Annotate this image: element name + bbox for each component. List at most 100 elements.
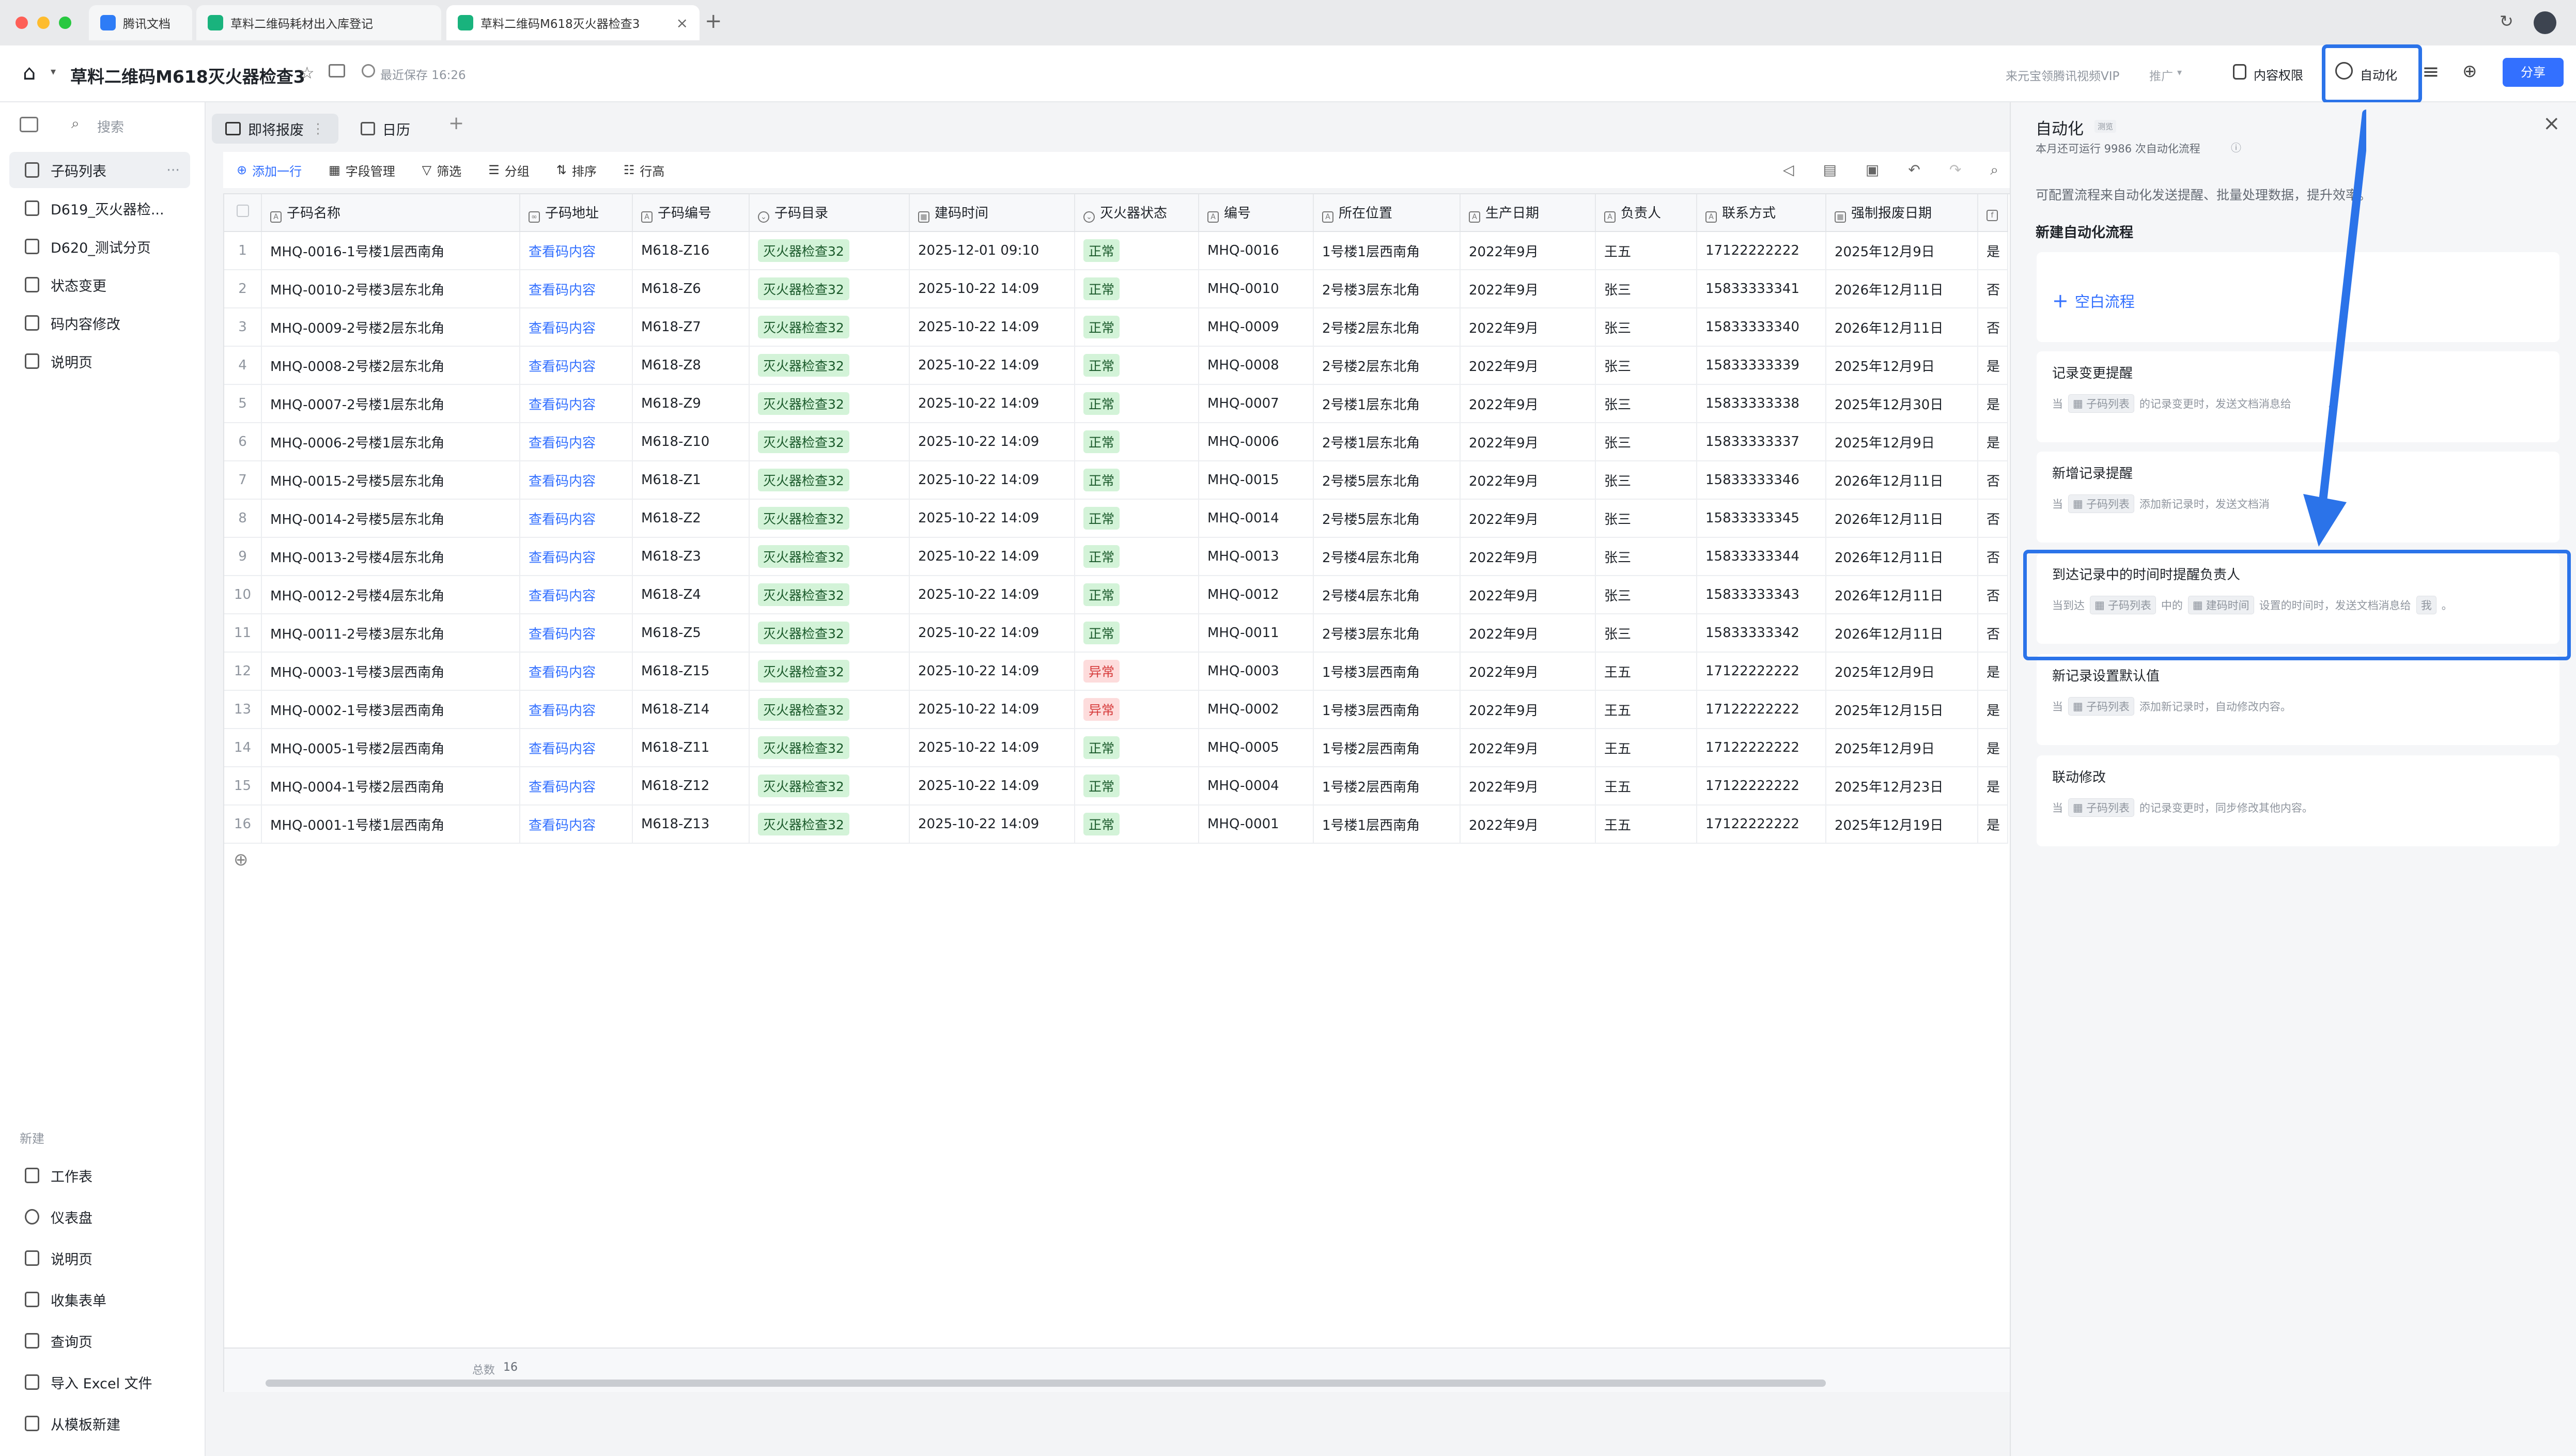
table-cell[interactable]: 灭火器检查32 (749, 652, 910, 691)
table-cell[interactable]: 2022年9月 (1460, 805, 1596, 844)
sidebar-toggle-icon[interactable] (20, 117, 38, 132)
table-cell[interactable]: M618-Z6 (632, 270, 750, 308)
plugin-icon[interactable]: ▣ (1866, 161, 1879, 179)
content-permission-button[interactable]: 内容权限 (2254, 65, 2303, 83)
table-cell[interactable]: 2022年9月 (1460, 231, 1596, 270)
minimize-window-button[interactable] (37, 17, 50, 29)
table-cell[interactable]: 灭火器检查32 (749, 805, 910, 844)
table-cell[interactable]: MHQ-0004-1号楼2层西南角 (261, 767, 520, 806)
row-number[interactable]: 13 (224, 690, 262, 729)
row-number[interactable]: 9 (224, 537, 262, 576)
table-cell[interactable]: 查看码内容 (520, 346, 633, 385)
table-cell[interactable]: 正常 (1075, 461, 1199, 500)
sort-button[interactable]: ⇅ 排序 (556, 161, 597, 179)
table-cell[interactable]: 王五 (1595, 805, 1697, 844)
table-cell[interactable]: 2025-10-22 14:09 (909, 423, 1075, 461)
select-all-cell[interactable] (224, 194, 262, 232)
table-cell[interactable]: 2022年9月 (1460, 499, 1596, 538)
table-cell[interactable]: MHQ-0013 (1199, 537, 1314, 576)
table-cell[interactable]: 灭火器检查32 (749, 767, 910, 806)
table-cell[interactable]: 正常 (1075, 346, 1199, 385)
table-cell[interactable]: M618-Z16 (632, 231, 750, 270)
view-code-link[interactable]: 查看码内容 (529, 283, 596, 298)
template-card-default-value[interactable]: 新记录设置默认值 当 ▦ 子码列表 添加新记录时，自动修改内容。 (2037, 654, 2559, 745)
table-cell[interactable]: M618-Z14 (632, 690, 750, 729)
table-cell[interactable]: 1号楼3层西南角 (1313, 652, 1461, 691)
column-header[interactable]: f (1978, 194, 2008, 232)
table-cell[interactable]: 正常 (1075, 576, 1199, 614)
table-cell[interactable]: 15833333337 (1697, 423, 1826, 461)
table-cell[interactable]: 2号楼4层东北角 (1313, 576, 1461, 614)
table-cell[interactable]: 15833333341 (1697, 270, 1826, 308)
table-cell[interactable]: 是 (1978, 652, 2008, 691)
table-cell[interactable]: M618-Z1 (632, 461, 750, 500)
table-cell[interactable]: 2022年9月 (1460, 690, 1596, 729)
table-cell[interactable]: MHQ-0007-2号楼1层东北角 (261, 384, 520, 423)
row-number[interactable]: 10 (224, 576, 262, 614)
table-cell[interactable]: 灭火器检查32 (749, 614, 910, 653)
table-cell[interactable]: 正常 (1075, 270, 1199, 308)
view-code-link[interactable]: 查看码内容 (529, 818, 596, 833)
row-number[interactable]: 12 (224, 652, 262, 691)
table-cell[interactable]: 正常 (1075, 308, 1199, 347)
table-cell[interactable]: 异常 (1075, 652, 1199, 691)
table-cell[interactable]: 灭火器检查32 (749, 499, 910, 538)
table-cell[interactable]: MHQ-0004 (1199, 767, 1314, 806)
table-cell[interactable]: 1号楼1层西南角 (1313, 805, 1461, 844)
table-row[interactable]: 13 MHQ-0002-1号楼3层西南角 查看码内容 M618-Z14 灭火器检查32 2… (224, 690, 2008, 729)
table-cell[interactable]: 正常 (1075, 231, 1199, 270)
table-cell[interactable]: MHQ-0016-1号楼1层西南角 (261, 231, 520, 270)
more-icon[interactable]: ··· (166, 162, 180, 178)
table-cell[interactable]: 2025-10-22 14:09 (909, 805, 1075, 844)
new-query-page-button[interactable]: 查询页 (9, 1323, 190, 1359)
table-cell[interactable]: 查看码内容 (520, 652, 633, 691)
table-row[interactable]: 15 MHQ-0004-1号楼2层西南角 查看码内容 M618-Z12 灭火器检查32 2… (224, 767, 2008, 806)
table-cell[interactable]: 是 (1978, 729, 2008, 767)
table-cell[interactable]: MHQ-0001 (1199, 805, 1314, 844)
column-header[interactable]: A 所在位置 (1313, 194, 1461, 232)
table-cell[interactable]: 17122222222 (1697, 729, 1826, 767)
profile-avatar[interactable] (2534, 11, 2556, 34)
table-cell[interactable]: 17122222222 (1697, 767, 1826, 806)
column-header[interactable]: ▦ 建码时间 (909, 194, 1075, 232)
maximize-window-button[interactable] (59, 17, 71, 29)
table-cell[interactable]: 张三 (1595, 346, 1697, 385)
column-header[interactable]: A 生产日期 (1460, 194, 1596, 232)
sidebar-item-description[interactable]: 说明页 (9, 343, 190, 379)
table-cell[interactable]: MHQ-0009 (1199, 308, 1314, 347)
table-cell[interactable]: M618-Z4 (632, 576, 750, 614)
table-cell[interactable]: MHQ-0002-1号楼3层西南角 (261, 690, 520, 729)
table-cell[interactable]: 查看码内容 (520, 690, 633, 729)
table-cell[interactable]: 2026年12月11日 (1826, 270, 1978, 308)
table-cell[interactable]: 2号楼3层东北角 (1313, 614, 1461, 653)
new-sheet-button[interactable]: 工作表 (9, 1157, 190, 1194)
table-row[interactable]: 8 MHQ-0014-2号楼5层东北角 查看码内容 M618-Z2 灭火器检查32 202… (224, 499, 2008, 538)
table-cell[interactable]: 2025-10-22 14:09 (909, 461, 1075, 500)
table-cell[interactable]: 灭火器检查32 (749, 729, 910, 767)
table-cell[interactable]: 正常 (1075, 767, 1199, 806)
table-cell[interactable]: MHQ-0010-2号楼3层东北角 (261, 270, 520, 308)
table-cell[interactable]: 查看码内容 (520, 805, 633, 844)
table-cell[interactable]: MHQ-0005 (1199, 729, 1314, 767)
table-cell[interactable]: 是 (1978, 767, 2008, 806)
table-cell[interactable]: M618-Z3 (632, 537, 750, 576)
table-cell[interactable]: 异常 (1075, 690, 1199, 729)
view-code-link[interactable]: 查看码内容 (529, 703, 596, 719)
table-cell[interactable]: 正常 (1075, 805, 1199, 844)
table-cell[interactable]: 王五 (1595, 690, 1697, 729)
close-window-button[interactable] (15, 17, 28, 29)
table-cell[interactable]: 17122222222 (1697, 690, 1826, 729)
table-cell[interactable]: 是 (1978, 346, 2008, 385)
sidebar-search[interactable]: 搜索 (97, 117, 124, 136)
star-icon[interactable]: ☆ (300, 63, 315, 83)
table-cell[interactable]: MHQ-0005-1号楼2层西南角 (261, 729, 520, 767)
row-number[interactable]: 2 (224, 270, 262, 308)
checkbox-icon[interactable] (237, 205, 249, 217)
table-cell[interactable]: 1号楼3层西南角 (1313, 690, 1461, 729)
table-cell[interactable]: MHQ-0013-2号楼4层东北角 (261, 537, 520, 576)
table-cell[interactable]: 查看码内容 (520, 729, 633, 767)
table-cell[interactable]: 2025年12月9日 (1826, 652, 1978, 691)
row-number[interactable]: 16 (224, 805, 262, 844)
table-cell[interactable]: 17122222222 (1697, 805, 1826, 844)
table-cell[interactable]: 2026年12月11日 (1826, 614, 1978, 653)
